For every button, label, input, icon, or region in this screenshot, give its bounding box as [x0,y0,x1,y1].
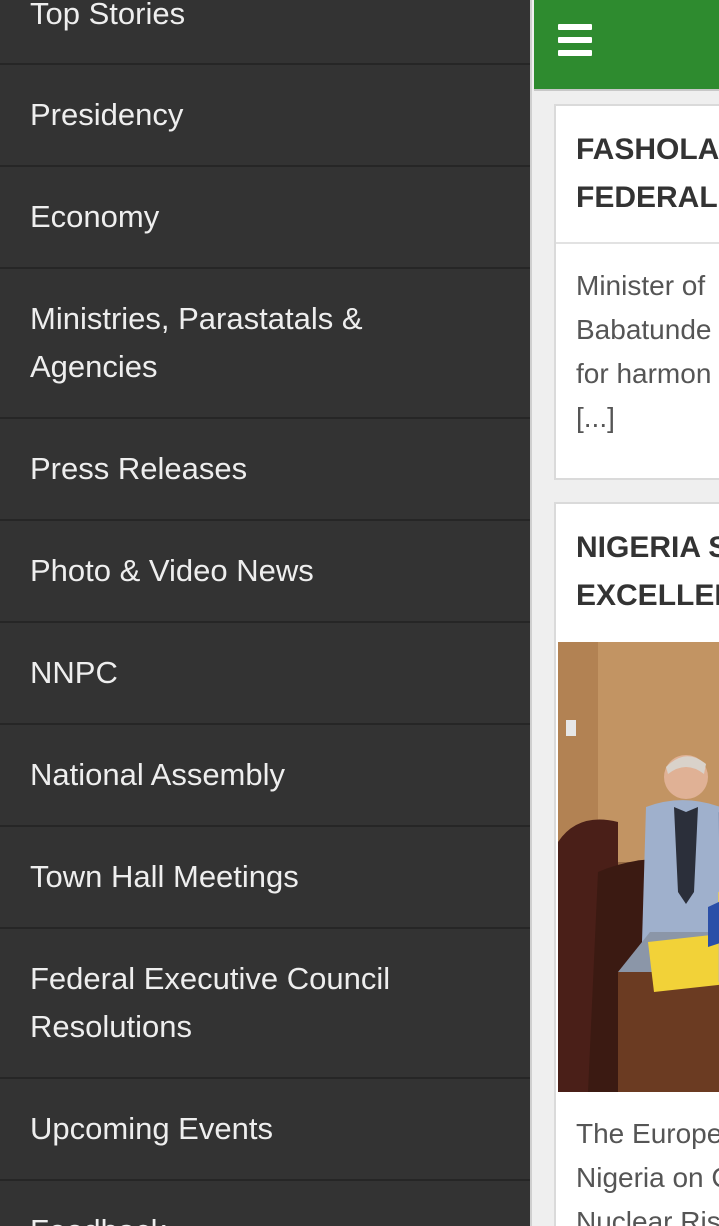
sidebar-item-fec-resolutions[interactable]: Federal Executive Council Resolutions [0,929,530,1079]
sidebar-item-label: Ministries, Parastatals & [30,301,363,336]
sidebar-item-upcoming-events[interactable]: Upcoming Events [0,1079,530,1181]
sidebar-item-label: Agencies [30,349,158,384]
article-excerpt: Nigeria on C [576,1162,719,1193]
sidebar-item-label: Press Releases [30,451,248,486]
sidebar-item-label: Upcoming Events [30,1111,273,1146]
sidebar-item-label: NNPC [30,655,118,690]
sidebar-item-press-releases[interactable]: Press Releases [0,419,530,521]
photo-illustration [558,642,719,1092]
sidebar-item-feedback[interactable]: Feedback [0,1181,530,1226]
article-title[interactable]: NIGERIA S [576,524,719,572]
sidebar-item-top-stories[interactable]: Top Stories [0,0,530,65]
navigation-drawer: Top Stories Presidency Economy Ministrie… [0,0,530,1226]
article-excerpt: The Europe [576,1118,719,1149]
article-card[interactable]: NIGERIA S EXCELLEN [554,502,719,1226]
sidebar-item-label: Economy [30,199,160,234]
sidebar-item-label: Federal Executive Council [30,961,391,996]
article-title[interactable]: FEDERAL I [576,174,719,222]
article-excerpt: Babatunde [576,314,712,345]
sidebar-item-label: Photo & Video News [30,553,314,588]
article-excerpt: for harmon [576,358,712,389]
sidebar-item-label: National Assembly [30,757,286,792]
menu-icon[interactable] [558,24,594,56]
sidebar-item-label: Feedback [30,1207,166,1226]
article-excerpt: Minister of [576,270,706,301]
article-title[interactable]: EXCELLEN [576,572,719,620]
sidebar-item-economy[interactable]: Economy [0,167,530,269]
sidebar-item-label: Town Hall Meetings [30,859,299,894]
sidebar-item-ministries[interactable]: Ministries, Parastatals & Agencies [0,269,530,419]
sidebar-item-presidency[interactable]: Presidency [0,65,530,167]
article-photo[interactable] [558,642,719,1092]
sidebar-item-label: Presidency [30,97,184,132]
article-title[interactable]: FASHOLA [576,126,719,174]
sidebar-item-label: Top Stories [30,0,186,31]
divider [556,242,719,244]
article-excerpt: [...] [576,402,615,433]
sidebar-item-photo-video-news[interactable]: Photo & Video News [0,521,530,623]
sidebar-item-national-assembly[interactable]: National Assembly [0,725,530,827]
article-excerpt: Nuclear Ris [576,1206,719,1226]
main-content: FASHOLA FEDERAL I Minister of Babatunde … [530,0,719,1226]
article-card[interactable]: FASHOLA FEDERAL I Minister of Babatunde … [554,104,719,480]
top-app-bar [534,0,719,91]
sidebar-item-town-hall-meetings[interactable]: Town Hall Meetings [0,827,530,929]
sidebar-item-label: Resolutions [30,1009,192,1044]
sidebar-item-nnpc[interactable]: NNPC [0,623,530,725]
